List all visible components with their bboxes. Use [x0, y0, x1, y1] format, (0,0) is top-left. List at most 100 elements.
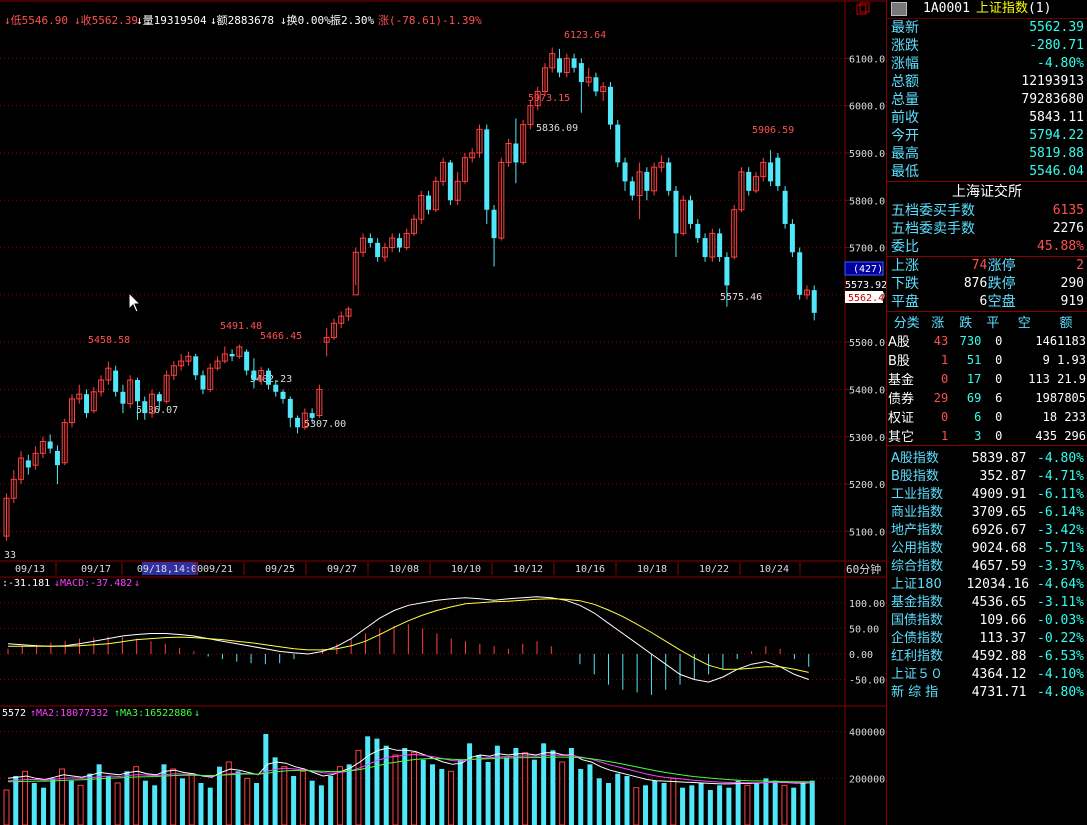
panel-header: 1A0001 上证指数 (1): [887, 0, 1087, 19]
volume-bar: [578, 769, 584, 825]
index-row[interactable]: 国债指数 109.66 -0.03%: [887, 612, 1087, 630]
volume-bar: [179, 778, 185, 825]
date-tick-label: 09/13: [15, 564, 45, 575]
category-cell: 0: [995, 409, 1003, 424]
period-label[interactable]: 60分钟: [846, 562, 881, 576]
index-row[interactable]: 上证５０ 4364.12 -4.10%: [887, 666, 1087, 684]
index-row[interactable]: 红利指数 4592.88 -6.53%: [887, 648, 1087, 666]
price-tick-label: 5300.0: [849, 433, 885, 444]
candle: [717, 228, 723, 262]
index-row[interactable]: 地产指数 6926.67 -3.42%: [887, 522, 1087, 540]
header-amplitude: 振2.30%: [330, 13, 374, 27]
volume-bar: [392, 754, 399, 825]
index-row[interactable]: 公用指数 9024.68 -5.71%: [887, 540, 1087, 558]
candle: [811, 285, 817, 321]
price-annotation: 6123.64: [564, 30, 606, 41]
price-annotation: 5906.59: [752, 125, 794, 136]
index-name: 综合指数: [891, 559, 944, 574]
index-value: 4536.65: [971, 595, 1027, 610]
index-change: -5.71%: [1037, 541, 1084, 556]
table-row[interactable]: 基金 0 17 0 113 21.9: [887, 369, 1087, 389]
volume-bar: [346, 764, 352, 825]
quote-label: 五档委买手数: [891, 203, 975, 219]
index-row[interactable]: B股指数 352.87 -4.71%: [887, 468, 1087, 486]
table-row[interactable]: B股 1 51 0 9 1.93: [887, 350, 1087, 370]
candle-body: [447, 162, 453, 201]
candlestick-series: [3, 47, 817, 541]
breadth-value: 876: [963, 276, 988, 291]
candle: [236, 344, 243, 359]
index-row[interactable]: 上证180 12034.16 -4.64%: [887, 576, 1087, 594]
grid-toggle-icon[interactable]: [891, 2, 907, 16]
candle: [702, 233, 708, 262]
vol-arrow: ↓: [194, 708, 200, 719]
candle: [498, 157, 505, 241]
category-cell: 1987805: [1035, 390, 1086, 405]
index-change: -4.80%: [1037, 685, 1084, 700]
volume-bar: [235, 771, 241, 825]
chart-area[interactable]: 6100.06000.05900.05800.05700.05600.05500…: [0, 0, 886, 825]
candle: [338, 311, 345, 328]
candle-body: [673, 190, 679, 234]
volume-bar: [791, 787, 797, 825]
candle: [25, 454, 31, 475]
date-tick-label: 10/16: [575, 564, 605, 575]
candle-body: [688, 200, 694, 224]
candle-body: [695, 223, 701, 239]
index-row[interactable]: 综合指数 4657.59 -3.37%: [887, 558, 1087, 576]
category-header[interactable]: 额: [1045, 312, 1087, 331]
quote-value: -4.80%: [1037, 56, 1084, 71]
index-row[interactable]: 商业指数 3709.65 -6.14%: [887, 504, 1087, 522]
category-header[interactable]: 分类: [887, 312, 926, 331]
table-row[interactable]: 债券 29 69 6 1987805: [887, 388, 1087, 408]
header-close: ↓收5562.39: [74, 13, 138, 27]
quote-value: 45.88%: [1037, 239, 1084, 254]
index-row[interactable]: 基金指数 4536.65 -3.11%: [887, 594, 1087, 612]
date-tick-label: 10/10: [451, 564, 481, 575]
index-row[interactable]: 工业指数 4909.91 -6.11%: [887, 486, 1087, 504]
last-price-badge: 5562.4: [848, 293, 884, 304]
category-header[interactable]: 平: [982, 312, 1003, 331]
volume-bar: [114, 782, 121, 825]
volume-bar: [624, 776, 630, 825]
index-name: 上证５０: [891, 667, 944, 682]
candle: [484, 124, 490, 224]
quote-label: 委比: [891, 239, 919, 255]
volume-bar: [188, 773, 195, 825]
candle-body: [702, 238, 708, 258]
category-header-row: 分类涨跌平空额: [887, 312, 1087, 331]
volume-bar: [31, 783, 37, 825]
header-turnover: ↓换0.00%: [280, 13, 331, 27]
category-cell: 435 296: [1035, 428, 1086, 443]
index-name: 上证180: [891, 577, 942, 592]
mouse-cursor-icon: [128, 292, 142, 313]
exchange-title: 上海证交所: [887, 181, 1087, 202]
candle: [797, 247, 803, 300]
category-header[interactable]: 空: [1003, 312, 1045, 331]
volume-bar: [513, 748, 519, 825]
quote-label: 总量: [891, 92, 919, 108]
header-change: 涨(-78.61)-1.39%: [378, 14, 482, 27]
candle: [622, 157, 628, 191]
table-row[interactable]: 权证 0 6 0 18 233: [887, 407, 1087, 427]
volume-bar: [633, 787, 640, 825]
quote-label: 今开: [891, 128, 919, 144]
candle: [229, 349, 235, 362]
table-row[interactable]: A股 43 730 0 1461183: [887, 331, 1087, 351]
category-header[interactable]: 跌: [949, 312, 982, 331]
order-row: 五档委卖手数 2276: [887, 220, 1087, 238]
kline-chart[interactable]: 6100.06000.05900.05800.05700.05600.05500…: [0, 0, 886, 825]
category-header[interactable]: 涨: [926, 312, 949, 331]
quote-value: 79283680: [1021, 92, 1084, 107]
index-row[interactable]: A股指数 5839.87 -4.80%: [887, 450, 1087, 468]
order-row: 五档委买手数 6135: [887, 202, 1087, 220]
candle: [185, 351, 192, 366]
quote-label: 涨跌: [891, 38, 919, 54]
index-row[interactable]: 企债指数 113.37 -0.22%: [887, 630, 1087, 648]
index-row[interactable]: 新 综 指 4731.71 -4.80%: [887, 684, 1087, 702]
restore-window-icon[interactable]: [856, 2, 870, 16]
volume-bar: [726, 787, 732, 825]
stock-name: 上证指数: [975, 1, 1028, 16]
candle-body: [622, 162, 628, 182]
table-row[interactable]: 其它 1 3 0 435 296: [887, 426, 1087, 446]
